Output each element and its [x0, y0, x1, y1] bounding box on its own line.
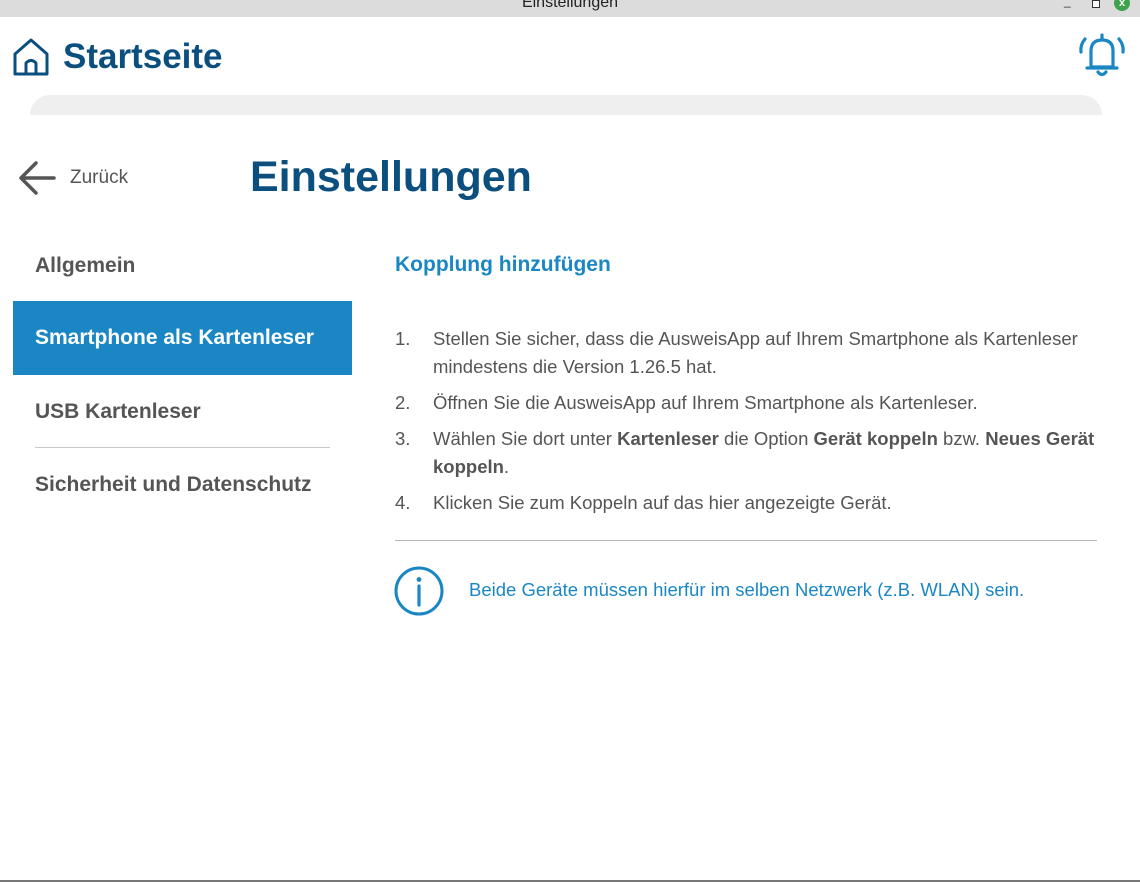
sidebar-item-label: Smartphone als Kartenleser	[35, 326, 314, 349]
step-item: 3. Wählen Sie dort unter Kartenleser die …	[395, 425, 1105, 481]
home-title: Startseite	[63, 37, 223, 76]
step-text-part: bzw.	[937, 428, 986, 449]
window-maximize-button[interactable]	[1092, 0, 1100, 8]
window-title: Einstellungen	[521, 0, 619, 11]
arrow-left-icon	[19, 161, 56, 195]
step-text-bold: Gerät koppeln	[813, 428, 938, 449]
step-text-bold: Kartenleser	[617, 428, 719, 449]
header-band	[30, 95, 1102, 115]
sidebar-item-sicherheit-und-datenschutz[interactable]: Sicherheit und Datenschutz	[13, 449, 352, 521]
step-text: Stellen Sie sicher, dass die AusweisApp …	[433, 325, 1105, 381]
step-item: 4. Klicken Sie zum Koppeln auf das hier a…	[395, 489, 1105, 517]
sidebar-divider	[35, 447, 330, 448]
step-text-part: Stellen Sie sicher, dass die AusweisApp …	[433, 328, 1078, 377]
home-icon	[13, 38, 49, 76]
step-number: 3.	[395, 428, 411, 449]
info-icon	[394, 566, 444, 616]
sidebar-item-label: Sicherheit und Datenschutz	[35, 473, 312, 496]
section-title: Kopplung hinzufügen	[395, 253, 611, 276]
pairing-steps-list: 1. Stellen Sie sicher, dass die AusweisAp…	[395, 325, 1105, 525]
step-text: Öffnen Sie die AusweisApp auf Ihrem Smar…	[433, 389, 1105, 417]
step-text-part: .	[503, 456, 510, 477]
sidebar-item-smartphone-als-kartenleser[interactable]: Smartphone als Kartenleser	[13, 301, 352, 375]
content-divider	[395, 540, 1097, 541]
sidebar-item-label: Allgemein	[35, 254, 136, 277]
window-minimize-button[interactable]: _	[1064, 0, 1071, 8]
step-text: Klicken Sie zum Koppeln auf das hier ang…	[433, 489, 1105, 517]
step-number: 4.	[395, 492, 411, 513]
step-text: Wählen Sie dort unter Kartenleser die Op…	[433, 425, 1105, 481]
back-button[interactable]: Zurück	[18, 158, 128, 198]
sidebar-item-allgemein[interactable]: Allgemein	[13, 230, 352, 302]
step-number: 1.	[395, 328, 411, 349]
step-item: 2. Öffnen Sie die AusweisApp auf Ihrem Sm…	[395, 389, 1105, 417]
step-text-part: Klicken Sie zum Koppeln auf das hier ang…	[433, 492, 892, 513]
sidebar-item-label: USB Kartenleser	[35, 399, 201, 423]
step-item: 1. Stellen Sie sicher, dass die AusweisAp…	[395, 325, 1105, 381]
sidebar-item-usb-kartenleser[interactable]: USB Kartenleser	[13, 376, 352, 447]
back-label: Zurück	[70, 167, 129, 188]
step-text-part: Wählen Sie dort unter	[433, 428, 618, 449]
step-text-part: Öffnen Sie die AusweisApp auf Ihrem Smar…	[433, 392, 978, 413]
home-button[interactable]: Startseite	[12, 36, 223, 78]
page-title: Einstellungen	[250, 153, 532, 201]
notification-button[interactable]	[1077, 31, 1127, 81]
step-number: 2.	[395, 392, 411, 413]
step-text-part: die Option	[718, 428, 814, 449]
window-titlebar: Einstellungen _ x	[0, 0, 1140, 17]
info-text: Beide Geräte müssen hierfür im selben Ne…	[469, 579, 1025, 600]
bell-icon	[1079, 33, 1125, 77]
